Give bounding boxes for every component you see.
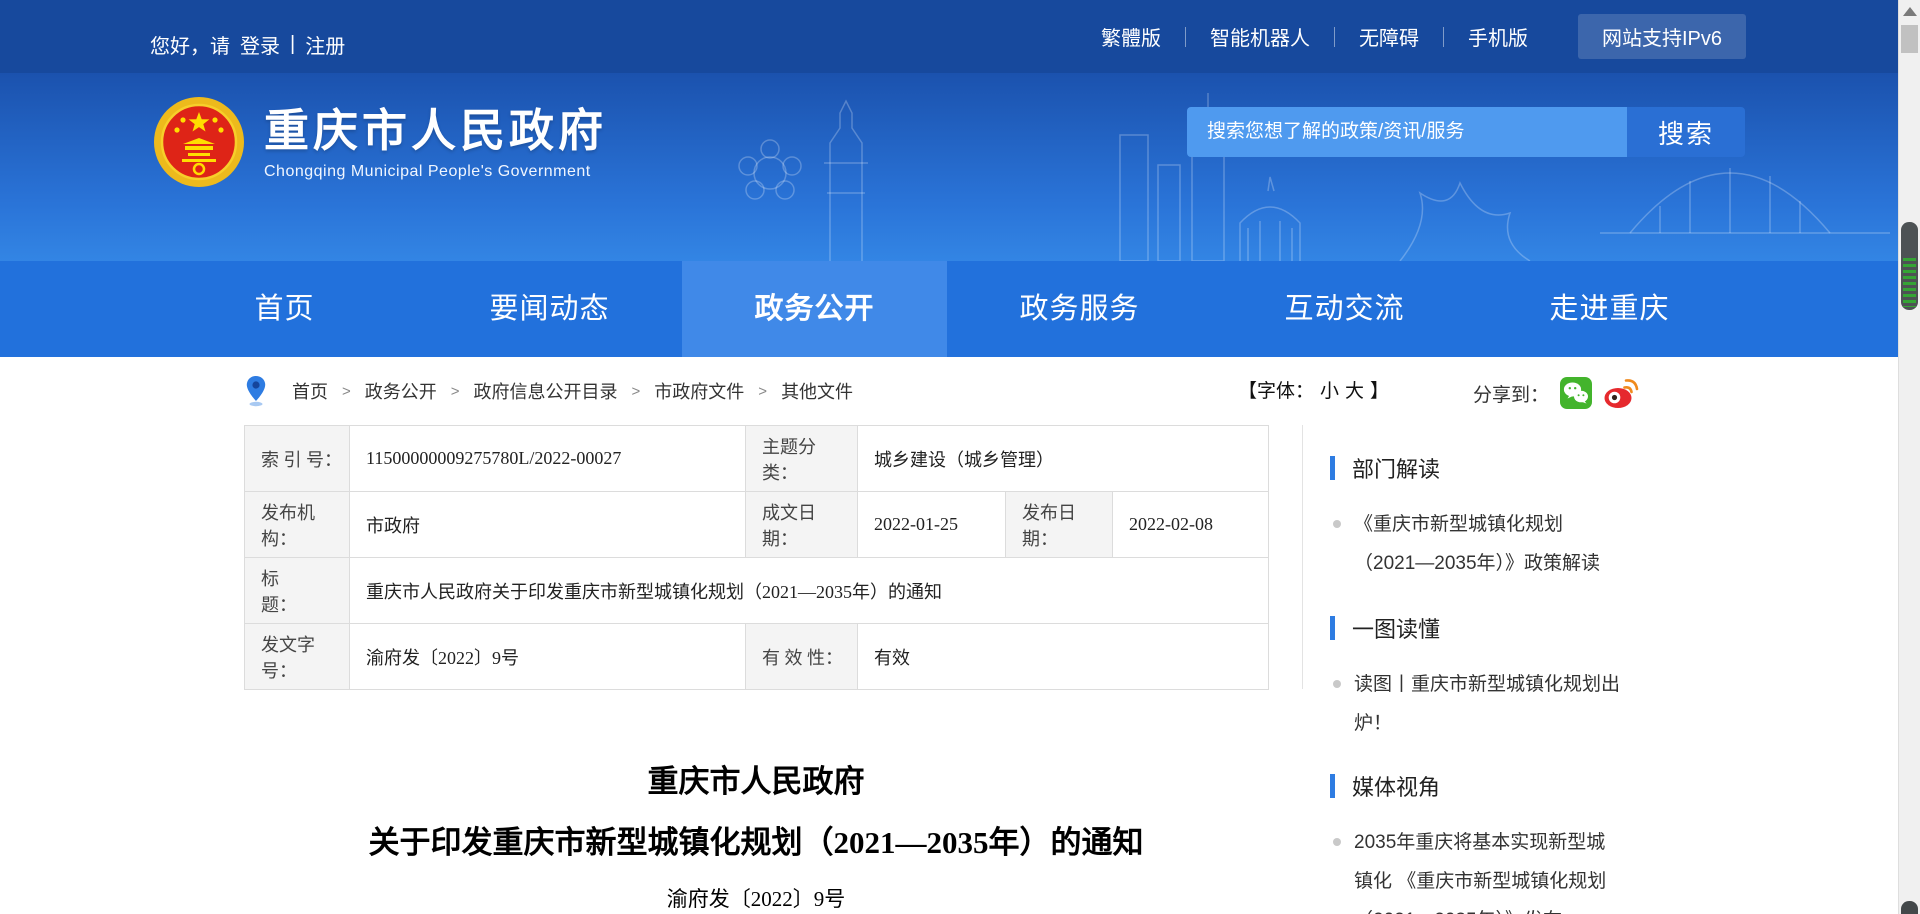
document-number: 渝府发〔2022〕9号 [244,885,1268,913]
sidebar-section-infographic: 一图读懂 [1330,612,1440,644]
table-row: 标 题： 重庆市人民政府关于印发重庆市新型城镇化规划（2021—2035年）的通… [245,558,1269,624]
city-skyline-decoration [700,73,1898,261]
breadcrumb-gov-disclosure[interactable]: 政务公开 [365,378,437,404]
login-register-divider: | [290,33,295,56]
table-row: 发布机构： 市政府 成文日期： 2022-01-25 发布日期： 2022-02… [245,492,1269,558]
scrollbar-bottom-widget[interactable] [1901,901,1918,914]
sidebar-section-dept-interpretation: 部门解读 [1330,452,1440,484]
publish-date-value: 2022-02-08 [1113,492,1269,558]
site-search: 搜索 [1187,107,1745,157]
document-metadata-table: 索 引 号： 11500000009275780L/2022-00027 主题分… [244,425,1269,690]
nav-item-news[interactable]: 要闻动态 [417,261,682,357]
nav-item-about-chongqing[interactable]: 走进重庆 [1477,261,1742,357]
sidebar-section-media-view: 媒体视角 [1330,770,1440,802]
breadcrumb-separator: > [758,383,767,400]
search-input[interactable] [1187,107,1627,157]
title-label: 标 题： [245,558,350,624]
breadcrumb-separator: > [451,383,460,400]
user-greeting-area: 您好，请 登录 | 注册 [150,30,345,59]
ipv6-support-badge[interactable]: 网站支持IPv6 [1578,14,1746,59]
sidebar-item-infographic[interactable]: 读图丨重庆市新型城镇化规划出炉！ [1330,665,1621,743]
scrollbar-up-arrow-icon[interactable] [1903,7,1917,16]
validity-label: 有 效 性： [746,624,858,690]
site-title: 重庆市人民政府 [264,105,607,157]
greeting-text: 您好，请 [150,30,230,59]
location-pin-icon [245,375,267,407]
scrollbar-thumb[interactable] [1901,25,1918,53]
search-button[interactable]: 搜索 [1627,107,1745,157]
section-accent-bar [1330,774,1335,798]
sidebar-item-media-article[interactable]: 2035年重庆将基本实现新型城镇化 《重庆市新型城镇化规划（2021—2035年… [1330,823,1621,914]
traditional-chinese-link[interactable]: 繁體版 [1077,22,1185,51]
publish-date-label: 发布日期： [1006,492,1113,558]
breadcrumb-separator: > [632,383,641,400]
issuer-value: 市政府 [350,492,746,558]
nav-item-gov-services[interactable]: 政务服务 [947,261,1212,357]
doc-number-value: 渝府发〔2022〕9号 [350,624,746,690]
document-title: 关于印发重庆市新型城镇化规划（2021—2035年）的通知 [244,823,1268,863]
site-name-block: 重庆市人民政府 Chongqing Municipal People's Gov… [264,95,607,189]
topic-category-label: 主题分类： [746,426,858,492]
title-value: 重庆市人民政府关于印发重庆市新型城镇化规划（2021—2035年）的通知 [350,558,1269,624]
login-link[interactable]: 登录 [240,30,280,59]
section-title: 媒体视角 [1352,770,1440,802]
nav-items: 首页 要闻动态 政务公开 政务服务 互动交流 走进重庆 [0,261,1898,357]
accessibility-link[interactable]: 无障碍 [1335,22,1443,51]
site-header: 重庆市人民政府 Chongqing Municipal People's Gov… [0,73,1898,261]
site-subtitle: Chongqing Municipal People's Government [264,163,607,181]
breadcrumb-separator: > [342,383,351,400]
written-date-value: 2022-01-25 [858,492,1006,558]
index-number-label: 索 引 号： [245,426,350,492]
section-title: 部门解读 [1352,452,1440,484]
top-utility-bar: 您好，请 登录 | 注册 繁體版 智能机器人 无障碍 手机版 网站支持IPv6 [0,0,1898,73]
section-accent-bar [1330,616,1335,640]
font-tools-prefix: 【字体： [1238,376,1314,403]
breadcrumb-city-documents[interactable]: 市政府文件 [654,378,744,404]
section-accent-bar [1330,456,1335,480]
column-divider [1302,425,1303,689]
validity-value: 有效 [858,624,1269,690]
page: 您好，请 登录 | 注册 繁體版 智能机器人 无障碍 手机版 网站支持IPv6 [0,0,1920,914]
nav-item-gov-disclosure[interactable]: 政务公开 [682,261,947,357]
topic-category-value: 城乡建设（城乡管理） [858,426,1269,492]
register-link[interactable]: 注册 [305,30,345,59]
nav-item-home[interactable]: 首页 [152,261,417,357]
breadcrumb-home[interactable]: 首页 [292,378,328,404]
sidebar-item-policy-interpretation[interactable]: 《重庆市新型城镇化规划（2021—2035年）》政策解读 [1330,505,1621,583]
scrollbar-green-widget[interactable] [1901,222,1918,310]
related-links-sidebar: 部门解读 《重庆市新型城镇化规划（2021—2035年）》政策解读 一图读懂 读… [1330,357,1670,914]
browser-scrollbar[interactable] [1898,0,1920,914]
index-number-value: 11500000009275780L/2022-00027 [350,426,746,492]
table-row: 索 引 号： 11500000009275780L/2022-00027 主题分… [245,426,1269,492]
top-links: 繁體版 智能机器人 无障碍 手机版 网站支持IPv6 [1077,0,1746,73]
mobile-version-link[interactable]: 手机版 [1444,22,1552,51]
doc-number-label: 发文字号： [245,624,350,690]
section-title: 一图读懂 [1352,612,1440,644]
breadcrumb-info-catalog[interactable]: 政府信息公开目录 [474,378,618,404]
widget-stripes [1903,258,1916,307]
written-date-label: 成文日期： [746,492,858,558]
document-issuing-org: 重庆市人民政府 [244,762,1268,802]
smart-robot-link[interactable]: 智能机器人 [1186,22,1334,51]
nav-item-interaction[interactable]: 互动交流 [1212,261,1477,357]
breadcrumb: 首页 > 政务公开 > 政府信息公开目录 > 市政府文件 > 其他文件 [292,378,853,404]
main-content: 首页 > 政务公开 > 政府信息公开目录 > 市政府文件 > 其他文件 【字体：… [0,357,1898,914]
primary-navigation: 首页 要闻动态 政务公开 政务服务 互动交流 走进重庆 [0,261,1898,357]
issuer-label: 发布机构： [245,492,350,558]
national-emblem-icon [152,95,246,189]
site-logo: 重庆市人民政府 Chongqing Municipal People's Gov… [152,95,607,189]
breadcrumb-other-documents[interactable]: 其他文件 [781,378,853,404]
table-row: 发文字号： 渝府发〔2022〕9号 有 效 性： 有效 [245,624,1269,690]
